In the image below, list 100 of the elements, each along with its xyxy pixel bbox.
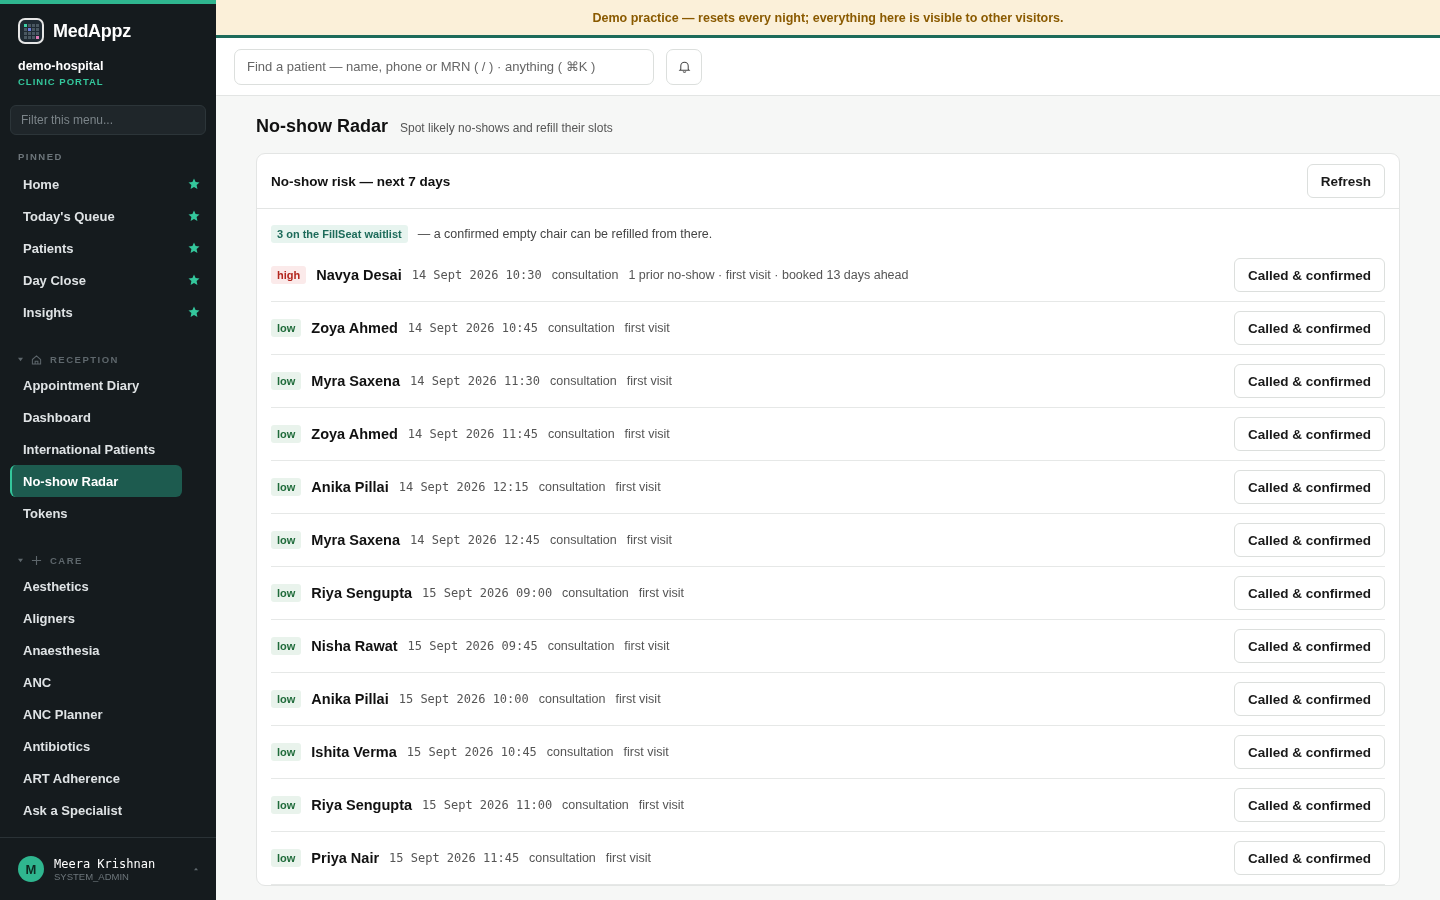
search-field[interactable]: Find a patient — name, phone or MRN ( / ) · anything ( ⌘K ) — [234, 48, 654, 85]
pinned-item[interactable]: Day Close — [10, 264, 206, 296]
confirm-button[interactable]: Called & confirmed — [1233, 788, 1385, 822]
collapse-caret-icon[interactable] — [18, 357, 23, 362]
nav-item[interactable]: ART Adherence — [10, 762, 182, 794]
appointment-type: consultation — [547, 427, 615, 441]
nav-item[interactable]: Anaesthesia — [10, 634, 182, 666]
nav-item[interactable]: Ask a Specialist — [10, 794, 182, 826]
user-name: Meera Krishnan — [54, 856, 157, 871]
nav-item[interactable]: Tokens — [10, 497, 182, 529]
nav-item[interactable]: ANC Planner — [10, 698, 182, 730]
avatar: M — [18, 856, 44, 882]
confirm-button[interactable]: Called & confirmed — [1233, 364, 1385, 398]
appointment-type: consultation — [547, 321, 615, 335]
appointment-type: consultation — [551, 268, 619, 282]
risk-badge: low — [271, 849, 302, 867]
star-icon — [188, 178, 200, 190]
collapse-caret-icon[interactable] — [18, 558, 23, 563]
org-name: demo-hospital — [17, 58, 105, 73]
section-label: RECEPTION — [50, 354, 119, 365]
confirm-button[interactable]: Called & confirmed — [1233, 417, 1385, 451]
patient-name: Ishita Verma — [311, 744, 397, 760]
nav-item[interactable]: Appointment Diary — [10, 369, 182, 401]
risk-badge: low — [271, 743, 302, 761]
nav-item[interactable]: ANC — [10, 666, 182, 698]
risk-notes: first visit — [615, 480, 661, 494]
nav-item[interactable]: Dashboard — [10, 401, 182, 433]
pinned-item[interactable]: Home — [10, 168, 206, 200]
patient-name: Zoya Ahmed — [311, 320, 398, 336]
risk-notes: first visit — [624, 321, 670, 335]
risk-notes: first visit — [638, 798, 684, 812]
patient-name: Myra Saxena — [311, 373, 400, 389]
nav-item[interactable]: No-show Radar — [10, 465, 182, 497]
appointment-time: 14 Sept 2026 12:15 — [398, 480, 529, 494]
page-title: No-show Radar — [256, 116, 388, 137]
appointment-time: 14 Sept 2026 12:45 — [410, 533, 541, 547]
appointment-time: 15 Sept 2026 11:45 — [389, 851, 520, 865]
risk-notes: first visit — [605, 851, 651, 865]
confirm-button[interactable]: Called & confirmed — [1233, 311, 1385, 345]
nav-item[interactable]: Aligners — [10, 602, 182, 634]
nav-label: Day Close — [23, 272, 86, 288]
card-title: No-show risk — next 7 days — [271, 173, 451, 189]
risk-badge: low — [271, 372, 302, 390]
confirm-button[interactable]: Called & confirmed — [1233, 682, 1385, 716]
appointment-type: consultation — [562, 586, 629, 600]
star-icon — [188, 210, 200, 222]
nav-item[interactable]: Aesthetics — [10, 570, 182, 602]
appointment-time: 14 Sept 2026 10:30 — [411, 268, 542, 282]
risk-badge: high — [271, 266, 307, 284]
nav-item[interactable]: International Patients — [10, 433, 182, 465]
refresh-button[interactable]: Refresh — [1306, 164, 1385, 198]
patient-name: Nisha Rawat — [311, 638, 398, 654]
risk-notes: first visit — [615, 692, 661, 706]
menu-filter-field[interactable]: Filter this menu... — [10, 105, 206, 135]
risk-badge: low — [271, 531, 302, 549]
pinned-item[interactable]: Today's Queue — [10, 200, 206, 232]
portal-label: CLINIC PORTAL — [17, 75, 105, 87]
appointment-type: consultation — [550, 374, 617, 388]
risk-badge: low — [271, 478, 302, 496]
pinned-item[interactable]: Patients — [10, 232, 206, 264]
confirm-button[interactable]: Called & confirmed — [1233, 576, 1385, 610]
confirm-button[interactable]: Called & confirmed — [1233, 841, 1385, 875]
nav-label: Today's Queue — [23, 208, 115, 224]
patient-name: Anika Pillai — [311, 691, 389, 707]
appointment-type: consultation — [550, 533, 617, 547]
house-icon — [31, 354, 42, 365]
confirm-button[interactable]: Called & confirmed — [1233, 735, 1385, 769]
star-icon — [188, 306, 200, 318]
caret-icon[interactable] — [194, 867, 198, 871]
risk-badge: low — [271, 425, 302, 443]
nav-label: Home — [23, 176, 60, 192]
page-subtitle: Spot likely no-shows and refill their slots — [400, 121, 613, 135]
patient-name: Myra Saxena — [311, 532, 400, 548]
appointment-time: 15 Sept 2026 09:45 — [407, 639, 538, 653]
patient-name: Riya Sengupta — [311, 585, 413, 601]
nav-item[interactable]: Antibiotics — [10, 730, 182, 762]
confirm-button[interactable]: Called & confirmed — [1233, 470, 1385, 504]
risk-notes: first visit — [626, 374, 672, 388]
appointment-type: consultation — [538, 480, 606, 494]
appointment-time: 15 Sept 2026 10:45 — [406, 745, 537, 759]
appointment-type: consultation — [547, 639, 615, 653]
notifications-button[interactable] — [666, 48, 702, 85]
nav-label: Patients — [23, 240, 74, 256]
appointment-time: 14 Sept 2026 10:45 — [407, 321, 538, 335]
app-name: MedAppz — [53, 20, 131, 42]
pinned-item[interactable]: Insights — [10, 296, 206, 328]
plus-icon — [31, 555, 42, 566]
appointment-time: 14 Sept 2026 11:45 — [407, 427, 538, 441]
appointment-time: 15 Sept 2026 11:00 — [422, 798, 553, 812]
user-role: SYSTEM_ADMIN — [54, 870, 130, 882]
patient-name: Riya Sengupta — [311, 797, 413, 813]
bell-icon — [677, 60, 691, 73]
risk-notes: first visit — [623, 745, 669, 759]
confirm-button[interactable]: Called & confirmed — [1233, 629, 1385, 663]
confirm-button[interactable]: Called & confirmed — [1233, 258, 1385, 292]
confirm-button[interactable]: Called & confirmed — [1233, 523, 1385, 557]
appointment-time: 14 Sept 2026 11:30 — [410, 374, 541, 388]
patient-name: Priya Nair — [311, 850, 380, 866]
nav-label: Insights — [23, 304, 73, 320]
risk-badge: low — [271, 637, 302, 655]
